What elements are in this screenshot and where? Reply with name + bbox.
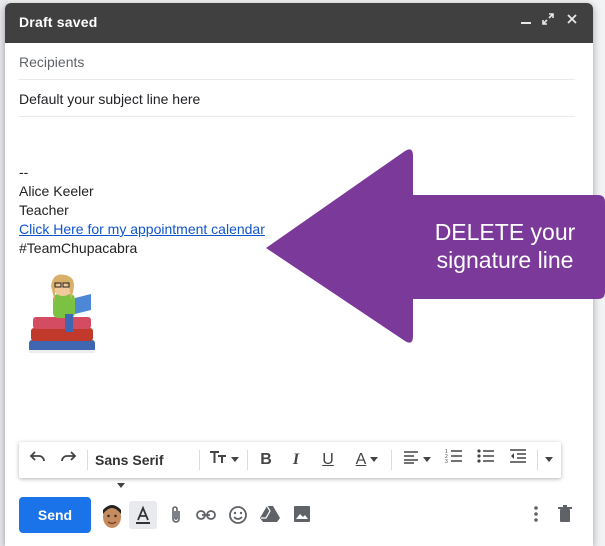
callout-line2: signature line [436,247,574,273]
callout-text: DELETE your signature line [420,218,590,274]
callout-line1: DELETE your [434,219,576,245]
